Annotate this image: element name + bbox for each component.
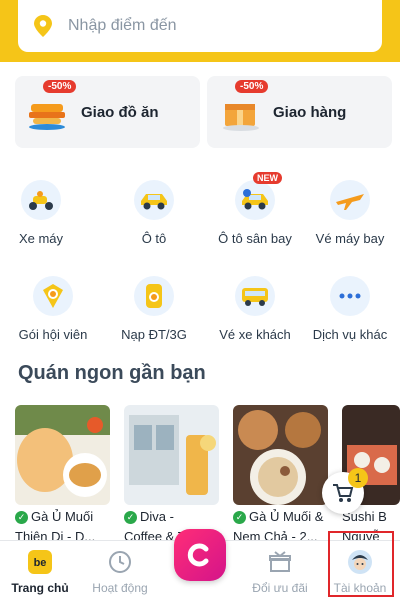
verified-check-icon: ✓ [15, 511, 28, 524]
grid-label: Vé máy bay [315, 231, 385, 246]
grid-item-car[interactable]: Ô tô [104, 180, 204, 246]
home-content: -50% Giao đồ ăn -50% Giao hàng Xe máy Ô … [0, 62, 400, 544]
package-delivery-icon: -50% [217, 80, 269, 132]
center-promo-button[interactable] [174, 529, 226, 581]
nav-label: Trang chủ [11, 581, 69, 595]
clock-icon [107, 549, 133, 575]
airport-car-icon: NEW [235, 172, 282, 220]
grid-item-flight[interactable]: Vé máy bay [300, 180, 400, 246]
grid-label: Ô tô [141, 231, 167, 246]
grid-label: Xe máy [18, 231, 64, 246]
shop-name-line1: ✓ Gà Ủ Muối & [233, 508, 328, 525]
shop-card[interactable]: ✓ Gà Ủ Muối Thiên Di - D... [15, 405, 110, 545]
new-badge: NEW [253, 172, 282, 184]
package-delivery-label: Giao hàng [273, 103, 347, 121]
grid-item-more-services[interactable]: Dịch vụ khác [300, 276, 400, 342]
gift-box-icon [267, 549, 293, 575]
grid-item-airport-car[interactable]: NEW Ô tô sân bay [205, 172, 305, 246]
cart-button[interactable]: 1 [322, 468, 368, 514]
nav-activity[interactable]: Hoạt động [80, 549, 160, 595]
shop-name-line1: ✓ Diva - [124, 508, 219, 525]
nearby-restaurants-title: Quán ngon gần bạn [18, 362, 206, 384]
nav-label: Đổi ưu đãi [252, 581, 308, 595]
account-highlight-box [328, 531, 394, 597]
package-delivery-card[interactable]: -50% Giao hàng [207, 76, 392, 148]
airplane-icon [330, 180, 370, 220]
grid-label: Vé xe khách [219, 327, 291, 342]
verified-check-icon: ✓ [124, 511, 137, 524]
grid-label: Ô tô sân bay [218, 231, 292, 246]
grid-item-membership[interactable]: Gói hội viên [3, 276, 103, 342]
shop-thumbnail [15, 405, 110, 505]
grid-item-bus[interactable]: Vé xe khách [205, 276, 305, 342]
more-icon [330, 276, 370, 316]
shop-thumbnail [124, 405, 219, 505]
food-delivery-label: Giao đồ ăn [81, 103, 159, 121]
shop-card[interactable]: ✓ Diva - Coffee & Tea [124, 405, 219, 545]
nav-home[interactable]: be Trang chủ [0, 549, 80, 595]
bus-icon [235, 276, 275, 316]
shop-card[interactable]: ✓ Gà Ủ Muối & Nem Chả - 2... [233, 405, 328, 545]
motorbike-icon [21, 180, 61, 220]
cart-icon [333, 484, 354, 502]
shop-name-line1: ✓ Gà Ủ Muối [15, 508, 110, 525]
grid-item-topup[interactable]: Nạp ĐT/3G [104, 276, 204, 342]
food-delivery-card[interactable]: -50% Giao đồ ăn [15, 76, 200, 148]
food-discount-badge: -50% [43, 80, 77, 93]
grid-label: Nạp ĐT/3G [121, 327, 187, 342]
grid-label: Dịch vụ khác [312, 327, 388, 342]
membership-icon [33, 276, 73, 316]
cart-count-badge: 1 [348, 468, 368, 488]
nav-rewards[interactable]: Đổi ưu đãi [240, 549, 320, 595]
svg-text:be: be [34, 557, 47, 569]
home-be-icon: be [27, 549, 53, 575]
car-icon [134, 180, 174, 220]
grid-label: Gói hội viên [18, 327, 88, 342]
c-logo-icon [187, 543, 209, 567]
delivery-discount-badge: -50% [235, 80, 269, 93]
verified-check-icon: ✓ [233, 511, 246, 524]
location-pin-icon [34, 15, 52, 37]
destination-search-box[interactable] [18, 0, 382, 52]
food-delivery-icon: -50% [25, 80, 77, 132]
grid-item-motorbike[interactable]: Xe máy [0, 180, 91, 246]
shop-thumbnail [233, 405, 328, 505]
nav-label: Hoạt động [92, 581, 148, 595]
destination-search-input[interactable] [68, 17, 338, 35]
topup-icon [134, 276, 174, 316]
